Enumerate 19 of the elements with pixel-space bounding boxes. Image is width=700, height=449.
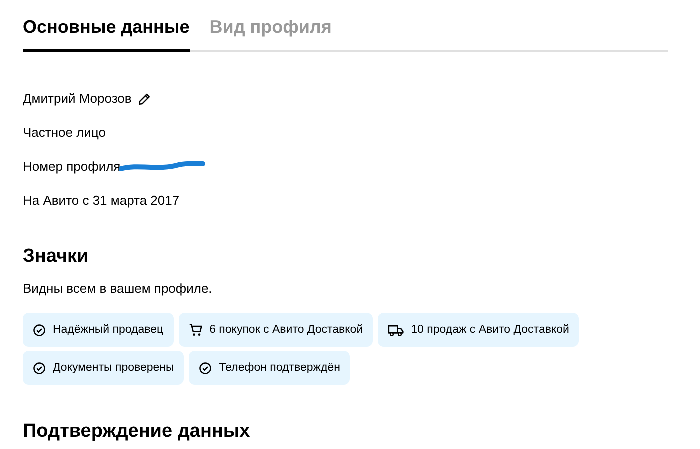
check-circle-icon (33, 324, 46, 337)
profile-name: Дмитрий Морозов (23, 90, 132, 108)
cart-icon (188, 323, 203, 338)
badge-label: Телефон подтверждён (219, 360, 340, 376)
check-circle-icon (199, 362, 212, 375)
section-description: Видны всем в вашем профиле. (23, 280, 214, 298)
badge-label: Документы проверены (53, 360, 174, 376)
account-type: Частное лицо (23, 124, 106, 142)
section-heading: Подтверждение данных (23, 421, 252, 444)
section-heading: Значки (23, 246, 90, 269)
member-since: На Авито с 31 марта 2017 (23, 192, 180, 210)
check-circle-icon (33, 362, 46, 375)
badge-label: Надёжный продавец (53, 322, 164, 338)
profile-number-label: Номер профиля (23, 158, 121, 176)
badge-label: 6 покупок с Авито Доставкой (210, 322, 364, 338)
edit-icon[interactable] (138, 92, 151, 106)
badge-label: 10 продаж с Авито Доставкой (411, 322, 570, 338)
truck-icon (388, 324, 404, 337)
tab[interactable]: Основные данные (23, 8, 190, 52)
